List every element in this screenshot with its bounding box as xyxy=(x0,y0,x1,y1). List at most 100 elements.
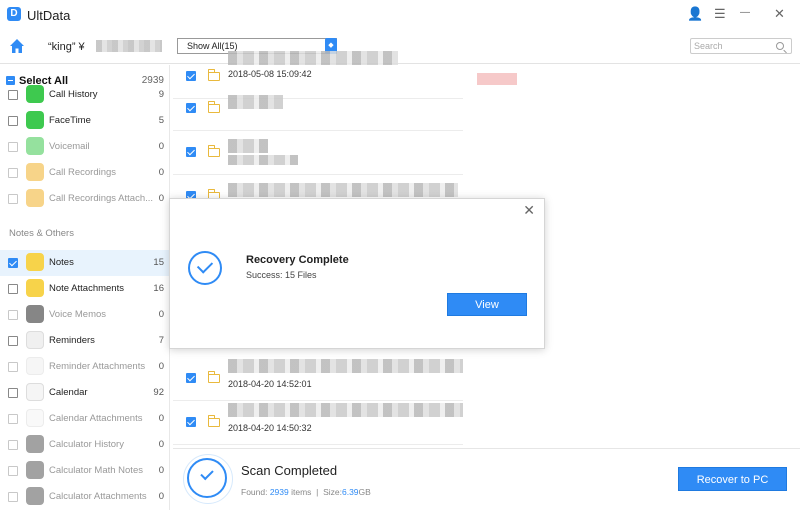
file-date: 2018-05-08 15:09:42 xyxy=(228,69,312,79)
file-row[interactable] xyxy=(173,87,463,131)
sidebar-item-label: Calendar Attachments xyxy=(49,413,143,424)
title-bar: D UltData 👤 ☰ — ✕ xyxy=(0,0,800,30)
sidebar-item-count: 16 xyxy=(153,283,164,294)
call-recording-icon xyxy=(26,163,44,181)
file-row-checkbox[interactable] xyxy=(186,147,196,157)
sidebar-item-count: 0 xyxy=(158,167,164,178)
calculator-math-notes-icon xyxy=(26,461,44,479)
phone-icon xyxy=(26,85,44,103)
size-prefix: Size: xyxy=(323,487,342,497)
sidebar-item-checkbox[interactable] xyxy=(8,492,18,502)
category-sidebar: Select All 2939 Notes & Others Call Hist… xyxy=(0,65,170,510)
sidebar-item-label: Calculator Math Notes xyxy=(49,465,143,476)
found-count: 2939 xyxy=(269,487,289,497)
user-account-icon[interactable]: 👤 xyxy=(687,6,703,22)
sidebar-item-checkbox[interactable] xyxy=(8,194,18,204)
minimize-button[interactable]: — xyxy=(740,5,750,21)
file-row[interactable]: 2018-04-20 14:50:32 xyxy=(173,401,463,445)
calendar-icon xyxy=(26,383,44,401)
menu-icon[interactable]: ☰ xyxy=(714,6,726,22)
sidebar-item-checkbox[interactable] xyxy=(8,440,18,450)
sidebar-item-checkbox[interactable] xyxy=(8,362,18,372)
file-row-checkbox[interactable] xyxy=(186,373,196,383)
calculator-icon xyxy=(26,435,44,453)
sidebar-item-checkbox[interactable] xyxy=(8,466,18,476)
sidebar-item-count: 9 xyxy=(158,89,164,100)
sidebar-item-count: 7 xyxy=(158,335,164,346)
sidebar-item-label: Reminder Attachments xyxy=(49,361,146,372)
filter-select-value: Show All(15) xyxy=(187,41,238,51)
sidebar-item[interactable]: Calculator Math Notes 0 xyxy=(0,458,170,484)
folder-icon xyxy=(208,69,220,81)
sidebar-item-checkbox[interactable] xyxy=(8,116,18,126)
preview-redacted xyxy=(477,73,517,85)
sidebar-item[interactable]: Note Attachments 16 xyxy=(0,276,170,302)
recovery-complete-dialog: ✕ Recovery Complete Success: 15 Files Vi… xyxy=(169,198,545,349)
status-bar: Scan Completed Found: 2939 items | Size:… xyxy=(173,448,800,510)
size-unit: GB xyxy=(358,487,371,497)
sidebar-item[interactable]: Call Recordings Attach... 0 xyxy=(0,186,170,212)
file-name-redacted xyxy=(228,139,268,153)
folder-icon xyxy=(208,145,220,157)
sidebar-item[interactable]: Voice Memos 0 xyxy=(0,302,170,328)
success-check-icon xyxy=(188,251,222,285)
file-row[interactable]: 2018-04-20 14:52:01 xyxy=(173,357,463,401)
sidebar-item-checkbox[interactable] xyxy=(8,142,18,152)
sidebar-item-label: Calculator Attachments xyxy=(49,491,147,502)
file-row-checkbox[interactable] xyxy=(186,71,196,81)
sidebar-item-checkbox[interactable] xyxy=(8,310,18,320)
sidebar-item-label: Call Recordings xyxy=(49,167,117,178)
sidebar-item-label: Calculator History xyxy=(49,439,124,450)
folder-icon xyxy=(208,415,220,427)
sidebar-item[interactable]: Call Recordings 0 xyxy=(0,160,170,186)
sidebar-item-count: 0 xyxy=(158,309,164,320)
sidebar-item[interactable]: Notes 15 xyxy=(0,250,170,276)
sidebar-item-count: 92 xyxy=(153,387,164,398)
sidebar-item[interactable]: Calculator Attachments 0 xyxy=(0,484,170,510)
sidebar-item-checkbox[interactable] xyxy=(8,168,18,178)
sidebar-item[interactable]: FaceTime 5 xyxy=(0,108,170,134)
sidebar-item[interactable]: Reminders 7 xyxy=(0,328,170,354)
sidebar-item[interactable]: Voicemail 0 xyxy=(0,134,170,160)
sidebar-item[interactable]: Calculator History 0 xyxy=(0,432,170,458)
sidebar-item-label: Notes xyxy=(49,257,74,268)
file-row-checkbox[interactable] xyxy=(186,417,196,427)
sidebar-item-checkbox[interactable] xyxy=(8,388,18,398)
sidebar-item-checkbox[interactable] xyxy=(8,414,18,424)
file-row-checkbox[interactable] xyxy=(186,103,196,113)
view-button[interactable]: View xyxy=(447,293,527,316)
sidebar-item[interactable]: Calendar Attachments 0 xyxy=(0,406,170,432)
sidebar-item-label: FaceTime xyxy=(49,115,91,126)
search-placeholder: Search xyxy=(694,41,723,51)
sidebar-item-count: 5 xyxy=(158,115,164,126)
app-title: UltData xyxy=(27,8,71,23)
recover-to-pc-button[interactable]: Recover to PC xyxy=(678,467,787,491)
sidebar-item-label: Call History xyxy=(49,89,98,100)
sidebar-item-checkbox[interactable] xyxy=(8,336,18,346)
sidebar-item-count: 0 xyxy=(158,413,164,424)
sidebar-item-label: Note Attachments xyxy=(49,283,124,294)
close-icon[interactable]: ✕ xyxy=(523,203,535,217)
search-icon[interactable] xyxy=(776,42,784,50)
sidebar-item-checkbox[interactable] xyxy=(8,284,18,294)
check-icon xyxy=(200,466,214,481)
sidebar-item-label: Voice Memos xyxy=(49,309,107,320)
sidebar-item-label: Call Recordings Attach... xyxy=(49,193,154,204)
sidebar-item-label: Reminders xyxy=(49,335,95,346)
calendar-attachments-icon xyxy=(26,409,44,427)
note-attachments-icon xyxy=(26,279,44,297)
close-window-button[interactable]: ✕ xyxy=(774,6,785,22)
sidebar-item-checkbox[interactable] xyxy=(8,258,18,268)
sidebar-item[interactable]: Reminder Attachments 0 xyxy=(0,354,170,380)
home-icon[interactable] xyxy=(9,38,25,54)
sidebar-item-label: Voicemail xyxy=(49,141,90,152)
sidebar-item-count: 0 xyxy=(158,491,164,502)
section-label-notes-others: Notes & Others xyxy=(9,228,74,239)
sidebar-item[interactable]: Call History 9 xyxy=(0,82,170,108)
sidebar-item-checkbox[interactable] xyxy=(8,90,18,100)
file-row[interactable] xyxy=(173,131,463,175)
search-input[interactable]: Search xyxy=(690,38,792,54)
sidebar-item[interactable]: Calendar 92 xyxy=(0,380,170,406)
folder-icon xyxy=(208,371,220,383)
voice-memos-icon xyxy=(26,305,44,323)
